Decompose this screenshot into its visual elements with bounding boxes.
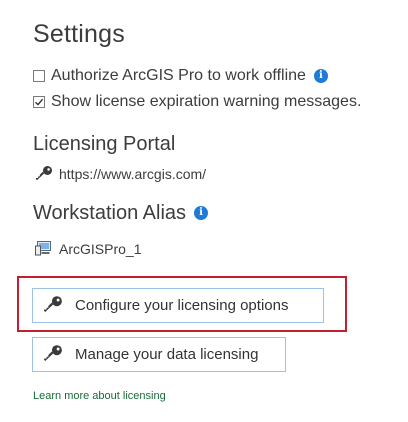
settings-heading: Settings	[33, 20, 125, 48]
manage-data-licensing-button[interactable]: Manage your data licensing	[32, 337, 286, 372]
checkmark-icon	[35, 98, 44, 106]
workstation-alias-heading-row: Workstation Alias i	[33, 202, 209, 224]
key-icon	[35, 165, 53, 183]
key-icon	[43, 344, 63, 366]
workstation-alias-value: ArcGISPro_1	[59, 241, 142, 257]
learn-more-link[interactable]: Learn more about licensing	[33, 390, 166, 402]
info-icon[interactable]: i	[194, 206, 209, 220]
computer-icon	[35, 240, 53, 258]
workstation-alias-row: ArcGISPro_1	[35, 240, 141, 258]
configure-licensing-label: Configure your licensing options	[75, 297, 289, 314]
licensing-portal-url[interactable]: https://www.arcgis.com/	[59, 167, 206, 181]
authorize-offline-checkbox[interactable]	[33, 70, 45, 82]
show-expiration-option[interactable]: Show license expiration warning messages…	[33, 94, 361, 110]
workstation-alias-heading: Workstation Alias	[33, 202, 187, 224]
configure-licensing-button[interactable]: Configure your licensing options	[32, 288, 324, 323]
show-expiration-label: Show license expiration warning messages…	[51, 93, 362, 110]
key-icon	[43, 295, 63, 317]
authorize-offline-option[interactable]: Authorize ArcGIS Pro to work offline i	[33, 68, 328, 84]
manage-data-licensing-label: Manage your data licensing	[75, 346, 259, 363]
show-expiration-checkbox[interactable]	[33, 96, 45, 108]
licensing-portal-heading: Licensing Portal	[33, 133, 176, 155]
authorize-offline-label: Authorize ArcGIS Pro to work offline	[51, 67, 306, 84]
licensing-portal-row: https://www.arcgis.com/	[35, 165, 206, 183]
info-icon[interactable]: i	[313, 69, 328, 83]
